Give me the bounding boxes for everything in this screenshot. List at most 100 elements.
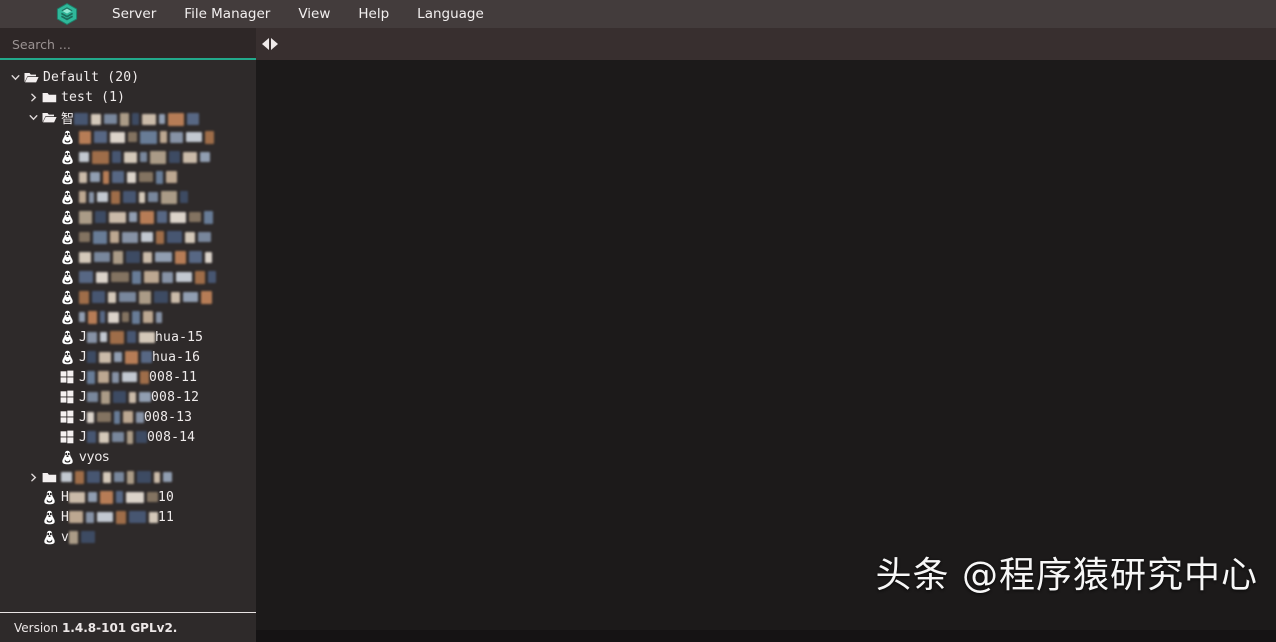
redacted-label (74, 112, 200, 126)
tree-node-label-text: vyos (79, 449, 110, 465)
linux-penguin-icon (58, 127, 76, 147)
redacted-label (87, 350, 153, 364)
version-prefix: Version (14, 620, 62, 635)
triangle-right-icon[interactable] (271, 38, 278, 50)
tree-node-label: H 11 (61, 510, 174, 525)
tree-node-label-prefix: H (61, 489, 70, 505)
windows-icon (58, 367, 76, 387)
tree-node-host-v[interactable]: v (0, 527, 256, 547)
app-window: Server File Manager View Help Language D… (0, 0, 1276, 642)
tree-node-label: Jhua-16 (79, 350, 200, 365)
tree-node-vm-2008-13[interactable]: J 008-13 (0, 407, 256, 427)
tree-node-label (61, 470, 172, 485)
tree-node-label-prefix: H (61, 509, 70, 525)
tree-node-vm-5[interactable] (0, 207, 256, 227)
chevron-right-icon[interactable] (26, 87, 40, 107)
tree-node-test[interactable]: test (1) (0, 87, 256, 107)
content-bottom-strip (256, 630, 1276, 642)
redacted-label (79, 130, 214, 144)
tree-node-label-suffix: 008-11 (149, 369, 198, 385)
tree-node-label (79, 150, 210, 165)
menu-bar: Server File Manager View Help Language (0, 0, 1276, 28)
menu-language[interactable]: Language (403, 0, 498, 28)
pane-toggle-control[interactable] (262, 28, 278, 60)
tree-node-label (79, 270, 216, 285)
server-tree[interactable]: Default (20) test (1) 智 Jhua-15 Jhua-16 J 008-… (0, 60, 256, 547)
chevron-down-icon[interactable] (26, 107, 40, 127)
linux-penguin-icon (58, 447, 76, 467)
tree-node-vm-2[interactable] (0, 147, 256, 167)
linux-penguin-icon (58, 187, 76, 207)
tree-node-vm-hua15[interactable]: Jhua-15 (0, 327, 256, 347)
linux-penguin-icon (58, 287, 76, 307)
menu-help[interactable]: Help (344, 0, 403, 28)
linux-penguin-icon (58, 327, 76, 347)
tree-node-vm-2008-11[interactable]: J 008-11 (0, 367, 256, 387)
tree-node-label-suffix: hua-15 (155, 329, 204, 345)
redacted-label (79, 190, 188, 204)
tree-node-label-prefix: J (79, 329, 88, 345)
tree-node-vm-1[interactable] (0, 127, 256, 147)
sidebar-tree-panel[interactable]: Default (20) test (1) 智 Jhua-15 Jhua-16 J 008-… (0, 60, 256, 612)
tree-node-label-text: Default (20) (43, 69, 140, 85)
linux-penguin-icon (58, 347, 76, 367)
tree-node-label (79, 190, 188, 205)
tree-node-vm-4[interactable] (0, 187, 256, 207)
tree-node-label-suffix: 10 (158, 489, 175, 505)
tree-node-label-suffix: 11 (158, 509, 175, 525)
tree-node-label-prefix: J (79, 429, 88, 445)
tree-node-vm-hua16[interactable]: Jhua-16 (0, 347, 256, 367)
tree-node-host-11[interactable]: H 11 (0, 507, 256, 527)
redacted-label (79, 290, 212, 304)
tree-node-zhi[interactable]: 智 (0, 107, 256, 127)
tree-node-vm-8[interactable] (0, 267, 256, 287)
linux-penguin-icon (40, 507, 58, 527)
tree-node-label-prefix: J (79, 369, 88, 385)
tree-node-label-prefix: v (61, 529, 70, 545)
tree-node-vm-vyos[interactable]: vyos (0, 447, 256, 467)
redacted-label (87, 390, 152, 404)
tree-node-default[interactable]: Default (20) (0, 67, 256, 87)
redacted-label (79, 210, 213, 224)
tree-node-vm-6[interactable] (0, 227, 256, 247)
tree-node-label: vyos (79, 450, 109, 465)
redacted-label (79, 150, 210, 164)
tree-node-label-suffix: 008-12 (151, 389, 200, 405)
search-input[interactable] (10, 35, 252, 53)
folder-closed-icon (40, 467, 58, 487)
chevron-down-icon[interactable] (8, 67, 22, 87)
tree-node-vm-10[interactable] (0, 307, 256, 327)
linux-penguin-icon (58, 167, 76, 187)
status-bar: Version 1.4.8-101 GPLv2. (0, 613, 256, 642)
tree-node-vm-2008-12[interactable]: J 008-12 (0, 387, 256, 407)
redacted-label (87, 330, 156, 344)
tree-node-label-suffix: 008-14 (147, 429, 196, 445)
tree-node-label (79, 230, 211, 245)
chevron-right-icon[interactable] (26, 467, 40, 487)
tree-node-label (79, 170, 177, 185)
tree-node-vm-9[interactable] (0, 287, 256, 307)
tree-node-folder-2[interactable] (0, 467, 256, 487)
linux-penguin-icon (58, 247, 76, 267)
layers-hexagon-icon[interactable] (54, 1, 80, 27)
tree-node-label: J 008-12 (79, 390, 199, 405)
search-box[interactable] (0, 28, 256, 60)
triangle-left-icon[interactable] (262, 38, 269, 50)
tree-node-label-suffix: hua-16 (152, 349, 201, 365)
tree-node-host-10[interactable]: H 10 (0, 487, 256, 507)
tree-node-label-text: 智 (61, 111, 75, 127)
tree-node-vm-7[interactable] (0, 247, 256, 267)
tree-node-label: J 008-14 (79, 430, 195, 445)
menu-view[interactable]: View (284, 0, 344, 28)
menu-server[interactable]: Server (98, 0, 170, 28)
tree-node-vm-3[interactable] (0, 167, 256, 187)
redacted-label (87, 410, 145, 424)
redacted-label (69, 530, 96, 544)
tree-node-vm-2008-14[interactable]: J 008-14 (0, 427, 256, 447)
tree-node-label: J 008-11 (79, 370, 197, 385)
tree-node-label (79, 130, 214, 145)
menu-file-manager[interactable]: File Manager (170, 0, 284, 28)
toolbar-row (0, 28, 1276, 60)
tree-node-label (79, 210, 213, 225)
windows-icon (58, 387, 76, 407)
